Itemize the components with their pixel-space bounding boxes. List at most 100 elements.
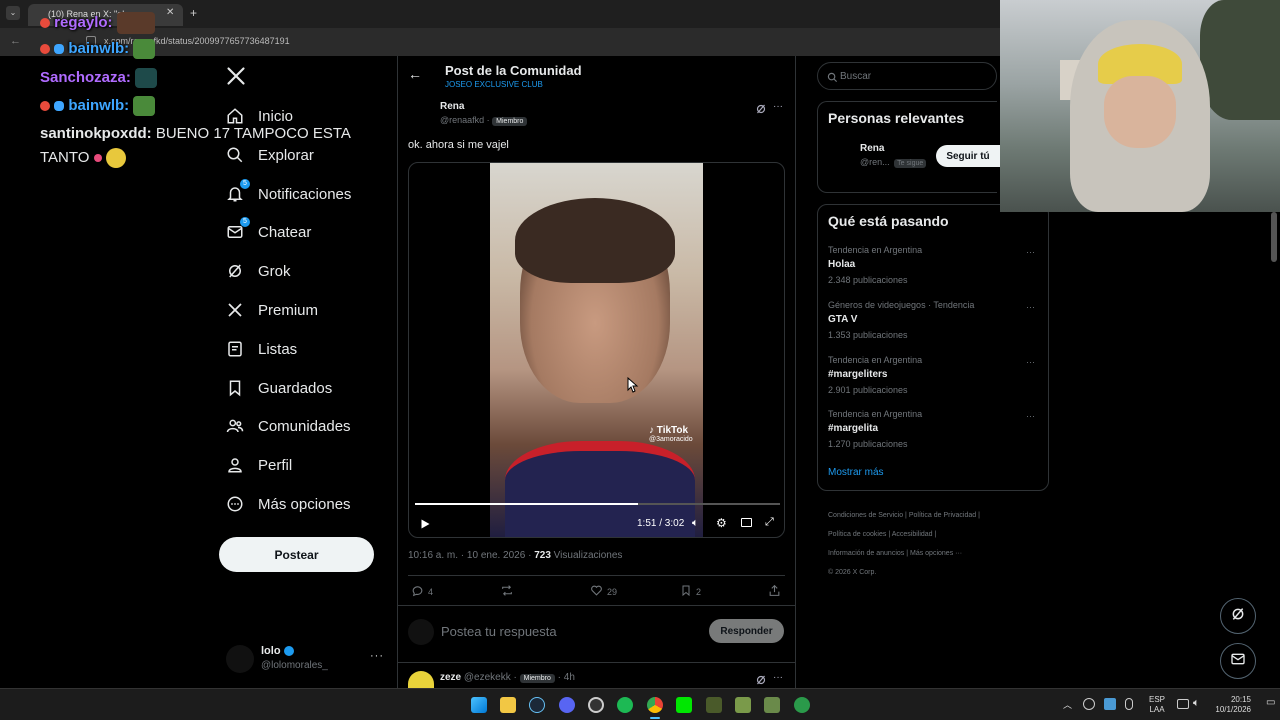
sidebar-item-grok[interactable]: Grok — [226, 256, 291, 286]
scrollbar[interactable] — [1271, 212, 1277, 262]
footer-link[interactable]: Política de Privacidad — [909, 512, 976, 519]
chat-user: Sanchozaza: — [40, 68, 131, 86]
app-icon[interactable] — [764, 697, 780, 713]
trend-name: #margeliters — [828, 369, 888, 380]
video-player[interactable]: ♪ TikTok @3amoracido 1:51 / 3:02 🔈︎ ⚙︎ ⤢ — [408, 162, 785, 538]
sidebar-item-guardados[interactable]: Guardados — [226, 373, 332, 403]
kick-icon[interactable] — [676, 697, 692, 713]
post-timestamp[interactable]: 10:16 a. m. · 10 ene. 2026 · — [408, 550, 534, 561]
sidebar-item-listas[interactable]: Listas — [226, 334, 297, 364]
volume-icon[interactable]: 🔈︎ — [1193, 697, 1200, 710]
reply-submit-button[interactable]: Responder — [709, 619, 784, 643]
sidebar-item-mas-opciones[interactable]: Más opciones — [226, 489, 351, 519]
more-icon[interactable]: ··· — [1026, 247, 1035, 257]
spotify-icon[interactable] — [617, 697, 633, 713]
author-handle[interactable]: @renaafkd — [440, 115, 484, 125]
avatar[interactable] — [828, 143, 854, 169]
app-icon[interactable] — [588, 697, 604, 713]
like-button[interactable]: 29 — [590, 584, 617, 599]
taskbar: ︿ ESP LAA 🔈︎ 20:15 10/1/2026 ▭ — [0, 688, 1280, 720]
sidebar-item-perfil[interactable]: Perfil — [226, 450, 292, 480]
app-icon[interactable] — [794, 697, 810, 713]
play-icon[interactable] — [419, 517, 431, 535]
show-more-link[interactable]: Mostrar más — [828, 467, 884, 478]
tab-close-icon[interactable]: ✕ — [166, 7, 174, 18]
volume-icon[interactable]: 🔈︎ — [692, 517, 699, 530]
repost-button[interactable] — [500, 584, 518, 599]
search-input[interactable]: Buscar — [840, 71, 871, 82]
language-indicator[interactable]: ESP LAA — [1149, 695, 1165, 715]
video-progress-track[interactable] — [415, 503, 780, 505]
reply-author-handle[interactable]: @ezekekk — [464, 672, 511, 683]
tiktok-label: TikTok — [656, 425, 689, 436]
trend-item[interactable]: Tendencia en Argentina #margelita 1.270 … — [828, 409, 1040, 449]
pip-icon[interactable] — [741, 518, 752, 527]
fullscreen-icon[interactable]: ⤢ — [765, 516, 774, 529]
network-icon[interactable] — [1177, 699, 1189, 709]
file-explorer-icon[interactable] — [500, 697, 516, 713]
tray-icon[interactable] — [1125, 698, 1133, 710]
reply-input[interactable]: Postea tu respuesta — [441, 624, 701, 639]
post-button[interactable]: Postear — [219, 537, 374, 572]
sidebar-item-explorar[interactable]: Explorar — [226, 140, 314, 170]
footer-link[interactable]: Más opciones ··· — [910, 550, 962, 557]
emote-image — [93, 154, 102, 162]
tray-icon[interactable] — [1083, 698, 1095, 710]
grok-icon[interactable] — [755, 102, 767, 120]
bell-icon: 5 — [226, 179, 250, 203]
more-icon[interactable]: ··· — [1026, 302, 1035, 312]
sidebar-item-chatear[interactable]: 5 Chatear — [226, 217, 311, 247]
clock[interactable]: 20:15 10/1/2026 — [1213, 695, 1251, 715]
chrome-icon[interactable] — [647, 697, 663, 713]
sidebar-item-premium[interactable]: Premium — [226, 295, 318, 325]
back-arrow-icon[interactable]: ← — [10, 35, 21, 47]
discord-icon[interactable] — [559, 697, 575, 713]
grok-float-button[interactable] — [1220, 598, 1256, 634]
author-name[interactable]: Rena — [440, 101, 464, 112]
bookmark-button[interactable]: 2 — [680, 584, 701, 599]
trend-item[interactable]: Tendencia en Argentina Holaa 2.348 publi… — [828, 245, 1040, 285]
minecraft-icon[interactable] — [735, 697, 751, 713]
community-link[interactable]: JOSEO EXCLUSIVE CLUB — [445, 80, 543, 89]
sidebar-item-comunidades[interactable]: Comunidades — [226, 411, 351, 441]
tray-chevron-icon[interactable]: ︿ — [1063, 698, 1072, 711]
new-tab-button[interactable]: + — [190, 6, 197, 20]
notification-center-icon[interactable]: ▭ — [1266, 697, 1275, 708]
messages-float-button[interactable] — [1220, 643, 1256, 679]
trend-item[interactable]: Tendencia en Argentina #margeliters 2.90… — [828, 355, 1040, 395]
reply-button[interactable]: 4 — [411, 584, 433, 599]
share-button[interactable] — [768, 584, 781, 599]
footer-link[interactable]: Condiciones de Servicio — [828, 512, 903, 519]
more-icon[interactable]: ··· — [773, 672, 783, 683]
tray-icon[interactable] — [1104, 698, 1116, 710]
app-icon[interactable] — [706, 697, 722, 713]
steam-icon[interactable] — [529, 697, 545, 713]
search-bar[interactable]: Buscar — [817, 62, 997, 90]
more-icon[interactable]: ··· — [370, 650, 384, 662]
more-icon[interactable]: ··· — [1026, 411, 1035, 421]
more-icon[interactable]: ··· — [1026, 357, 1035, 367]
settings-icon[interactable]: ⚙︎ — [716, 516, 727, 530]
back-arrow-icon[interactable]: ← — [408, 66, 422, 82]
follow-button[interactable]: Seguir tú — [936, 145, 1000, 167]
tab-list-button[interactable]: ⌄ — [6, 6, 20, 20]
relevant-person-handle[interactable]: @ren... — [860, 157, 890, 167]
chat-message: TANTO — [40, 148, 126, 168]
webcam-face — [1104, 76, 1176, 148]
people-icon — [226, 417, 244, 435]
x-logo-icon[interactable] — [226, 66, 248, 88]
account-switcher[interactable]: lolo @lolomorales_ ··· — [226, 642, 386, 676]
reply-author-name[interactable]: zeze — [440, 672, 461, 683]
trend-meta: Tendencia en Argentina — [828, 245, 923, 255]
footer-link[interactable]: Accesibilidad — [892, 531, 933, 538]
footer-link[interactable]: Política de cookies — [828, 531, 886, 538]
footer-link[interactable]: Información de anuncios — [828, 550, 904, 557]
sidebar-item-label: Comunidades — [258, 417, 351, 435]
sidebar-item-notificaciones[interactable]: 5 Notificaciones — [226, 179, 351, 209]
more-icon[interactable]: ··· — [773, 101, 783, 112]
trend-item[interactable]: Géneros de videojuegos · Tendencia GTA V… — [828, 300, 1040, 340]
relevant-person-name[interactable]: Rena — [860, 143, 884, 154]
author-avatar[interactable] — [408, 101, 434, 127]
windows-start-icon[interactable] — [471, 697, 487, 713]
chat-badge-icon — [40, 18, 50, 28]
